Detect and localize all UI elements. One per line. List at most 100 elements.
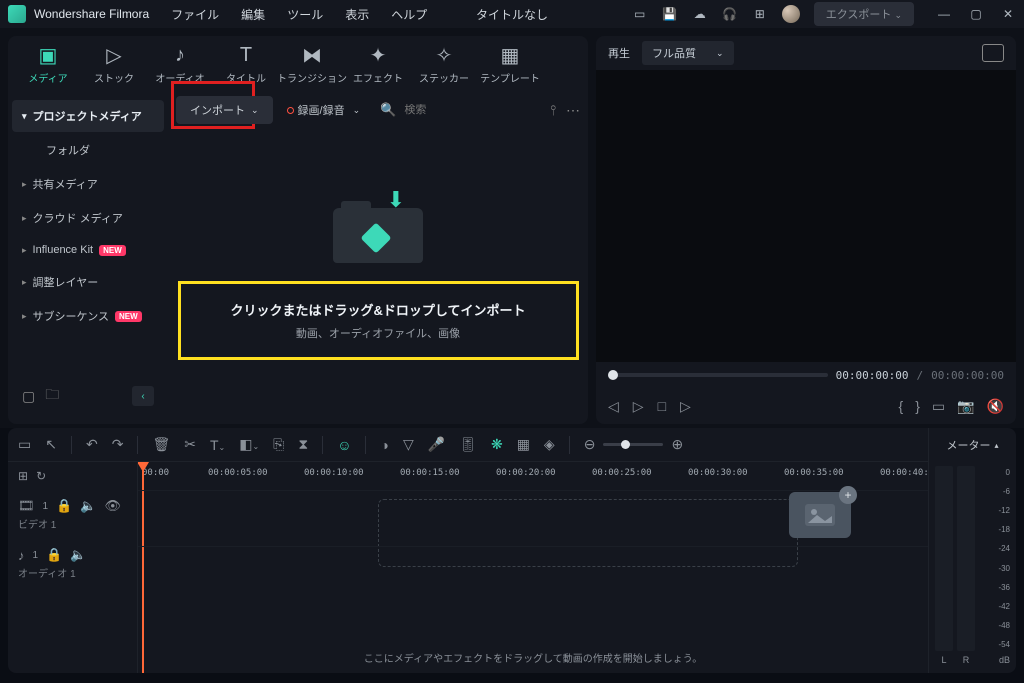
preview-canvas[interactable] (596, 70, 1016, 362)
mute-track-icon[interactable]: 🔈 (80, 498, 96, 514)
media-browser: インポート⌄ 録画/録音⌄ 🔍 ⫯ ⋯ ⬇ (168, 92, 588, 424)
menu-help[interactable]: ヘルプ (391, 6, 427, 23)
crop-icon[interactable]: ◧⌄ (239, 436, 259, 453)
tab-stock[interactable]: ▷ ストック (82, 38, 146, 90)
tab-title[interactable]: T タイトル (214, 38, 278, 90)
stop-icon[interactable]: □ (658, 398, 666, 414)
visibility-icon[interactable]: 👁 (104, 498, 121, 514)
folder-graphic-icon: ⬇ (333, 193, 423, 263)
headset-icon[interactable]: 🎧 (722, 6, 738, 22)
close-icon[interactable]: ✕ (1000, 6, 1016, 22)
tab-sticker[interactable]: ✧ ステッカー (412, 38, 476, 90)
collapse-tree-button[interactable]: ‹ (132, 386, 154, 406)
more-icon[interactable]: ⋯ (566, 102, 580, 119)
display-icon[interactable]: ▭ (632, 6, 648, 22)
ai-icon[interactable]: ☺ (337, 437, 351, 453)
delete-icon[interactable]: 🗑 (152, 436, 170, 453)
timeline-panel: ▭ ↖ ↶ ↷ 🗑 ✂ T⌄ ◧⌄ ⎘ ⧗ ☺ ◑ ▽ 🎤 🎚 ❋ ▦ ◈ ⊖ (8, 428, 1016, 673)
menu-tools[interactable]: ツール (287, 6, 323, 23)
add-track-icon[interactable]: ⊞ (18, 469, 28, 483)
save-icon[interactable]: 💾 (662, 6, 678, 22)
render-icon[interactable]: ▦ (517, 436, 530, 453)
split-icon[interactable]: ✂ (184, 436, 196, 453)
import-button[interactable]: インポート⌄ (176, 96, 273, 124)
menu-edit[interactable]: 編集 (241, 6, 265, 23)
tab-template[interactable]: ▦ テンプレート (478, 38, 542, 90)
zoom-out-icon[interactable]: ⊖ (584, 436, 596, 453)
titlebar: Wondershare Filmora ファイル 編集 ツール 表示 ヘルプ タ… (0, 0, 1024, 28)
tab-effect[interactable]: ✦ エフェクト (346, 38, 410, 90)
mute-audio-icon[interactable]: 🔈 (70, 547, 86, 563)
tab-media[interactable]: ▣ メディア (16, 38, 80, 90)
mark-in-icon[interactable]: { (899, 398, 904, 414)
tree-adjustment-layer[interactable]: ▸調整レイヤー (12, 266, 164, 298)
mixer-icon[interactable]: 🎚 (459, 436, 477, 453)
play-icon[interactable]: ▷ (633, 398, 644, 415)
tree-cloud-media[interactable]: ▸クラウド メディア (12, 202, 164, 234)
apps-icon[interactable]: ⊞ (752, 6, 768, 22)
tree-project-media[interactable]: ▾プロジェクトメディア (12, 100, 164, 132)
tree-folder[interactable]: フォルダ (12, 134, 164, 166)
text-tool-icon[interactable]: T⌄ (210, 437, 225, 453)
color-icon[interactable]: ◑ (380, 437, 388, 453)
new-folder-icon[interactable]: 🗀 (45, 384, 59, 408)
camera-icon[interactable]: 📷 (957, 398, 974, 415)
media-icon: ▣ (39, 44, 58, 68)
template-icon: ▦ (501, 44, 520, 68)
audio-track[interactable] (138, 546, 928, 602)
link-icon[interactable]: ↻ (36, 469, 46, 483)
audio-track-header[interactable]: ♪1 🔒 🔈 オーディオ 1 (8, 539, 137, 588)
app-logo-icon (8, 5, 26, 23)
tab-transition[interactable]: ⧓ トランジション (280, 38, 344, 90)
placeholder-thumb[interactable]: + (789, 492, 851, 538)
maximize-icon[interactable]: ▢ (968, 6, 984, 22)
pointer-icon[interactable]: ▭ (18, 436, 31, 453)
user-avatar[interactable] (782, 5, 800, 23)
source-tabs: ▣ メディア ▷ ストック ♪ オーディオ T タイトル ⧓ トランジション ✦… (8, 36, 588, 92)
tab-audio[interactable]: ♪ オーディオ (148, 38, 212, 90)
menu-view[interactable]: 表示 (345, 6, 369, 23)
lock-audio-icon[interactable]: 🔒 (46, 547, 62, 563)
quality-select[interactable]: フル品質⌄ (642, 41, 734, 65)
mark-out-icon[interactable]: } (915, 398, 920, 414)
add-media-icon: + (839, 486, 857, 504)
lock-icon[interactable]: 🔒 (56, 498, 72, 514)
prev-frame-icon[interactable]: ◁ (608, 398, 619, 415)
marker-add-icon[interactable]: ▽ (403, 436, 414, 453)
minimize-icon[interactable]: — (936, 6, 952, 22)
export-button[interactable]: エクスポート ⌄ (814, 2, 914, 26)
mute-icon[interactable]: 🔇 (987, 398, 1004, 415)
timeline-ruler[interactable]: 00:00 00:00:05:00 00:00:10:00 00:00:15:0… (138, 462, 928, 490)
snapshot-icon[interactable] (982, 44, 1004, 62)
zoom-in-icon[interactable]: ⊕ (671, 436, 683, 453)
audio-meter: メーター▴ 0-6-12-18-24-30-36-42-48-54 LRdB (928, 428, 1016, 673)
keyframe-icon[interactable]: ◈ (544, 436, 555, 453)
speed-tool-icon[interactable]: ⧗ (298, 436, 308, 453)
preview-scrubber[interactable] (608, 373, 828, 377)
mic-icon[interactable]: 🎤 (428, 436, 445, 453)
video-track[interactable]: + (138, 490, 928, 546)
record-button[interactable]: 録画/録音⌄ (281, 98, 367, 122)
tree-influence-kit[interactable]: ▸Influence KitNEW (12, 236, 164, 264)
clip-icon[interactable]: ▭ (932, 398, 945, 415)
menu-file[interactable]: ファイル (171, 6, 219, 23)
undo-icon[interactable]: ↶ (86, 436, 98, 453)
app-name: Wondershare Filmora (34, 7, 149, 21)
marker-icon[interactable]: ❋ (491, 436, 503, 453)
film-icon: 🎞 (18, 498, 35, 514)
redo-icon[interactable]: ↷ (112, 436, 124, 453)
tree-shared-media[interactable]: ▸共有メディア (12, 168, 164, 200)
tree-subsequence[interactable]: ▸サブシーケンスNEW (12, 300, 164, 332)
bin-icon[interactable]: ▢ (22, 388, 35, 405)
video-track-header[interactable]: 🎞1 🔒 🔈 👁 ビデオ 1 (8, 490, 137, 539)
import-drop-zone[interactable]: ⬇ クリックまたはドラッグ&ドロップしてインポート 動画、オーディオファイル、画… (168, 128, 588, 424)
attach-icon[interactable]: ⎘ (273, 436, 284, 453)
cursor-icon[interactable]: ↖ (45, 436, 57, 453)
effect-icon: ✦ (370, 44, 387, 68)
search-input[interactable] (404, 104, 484, 116)
cloud-icon[interactable]: ☁ (692, 6, 708, 22)
timeline-tracks[interactable]: 00:00 00:00:05:00 00:00:10:00 00:00:15:0… (138, 462, 928, 673)
filter-icon[interactable]: ⫯ (550, 102, 556, 119)
zoom-slider[interactable] (603, 443, 663, 446)
next-frame-icon[interactable]: ▷ (680, 398, 691, 415)
